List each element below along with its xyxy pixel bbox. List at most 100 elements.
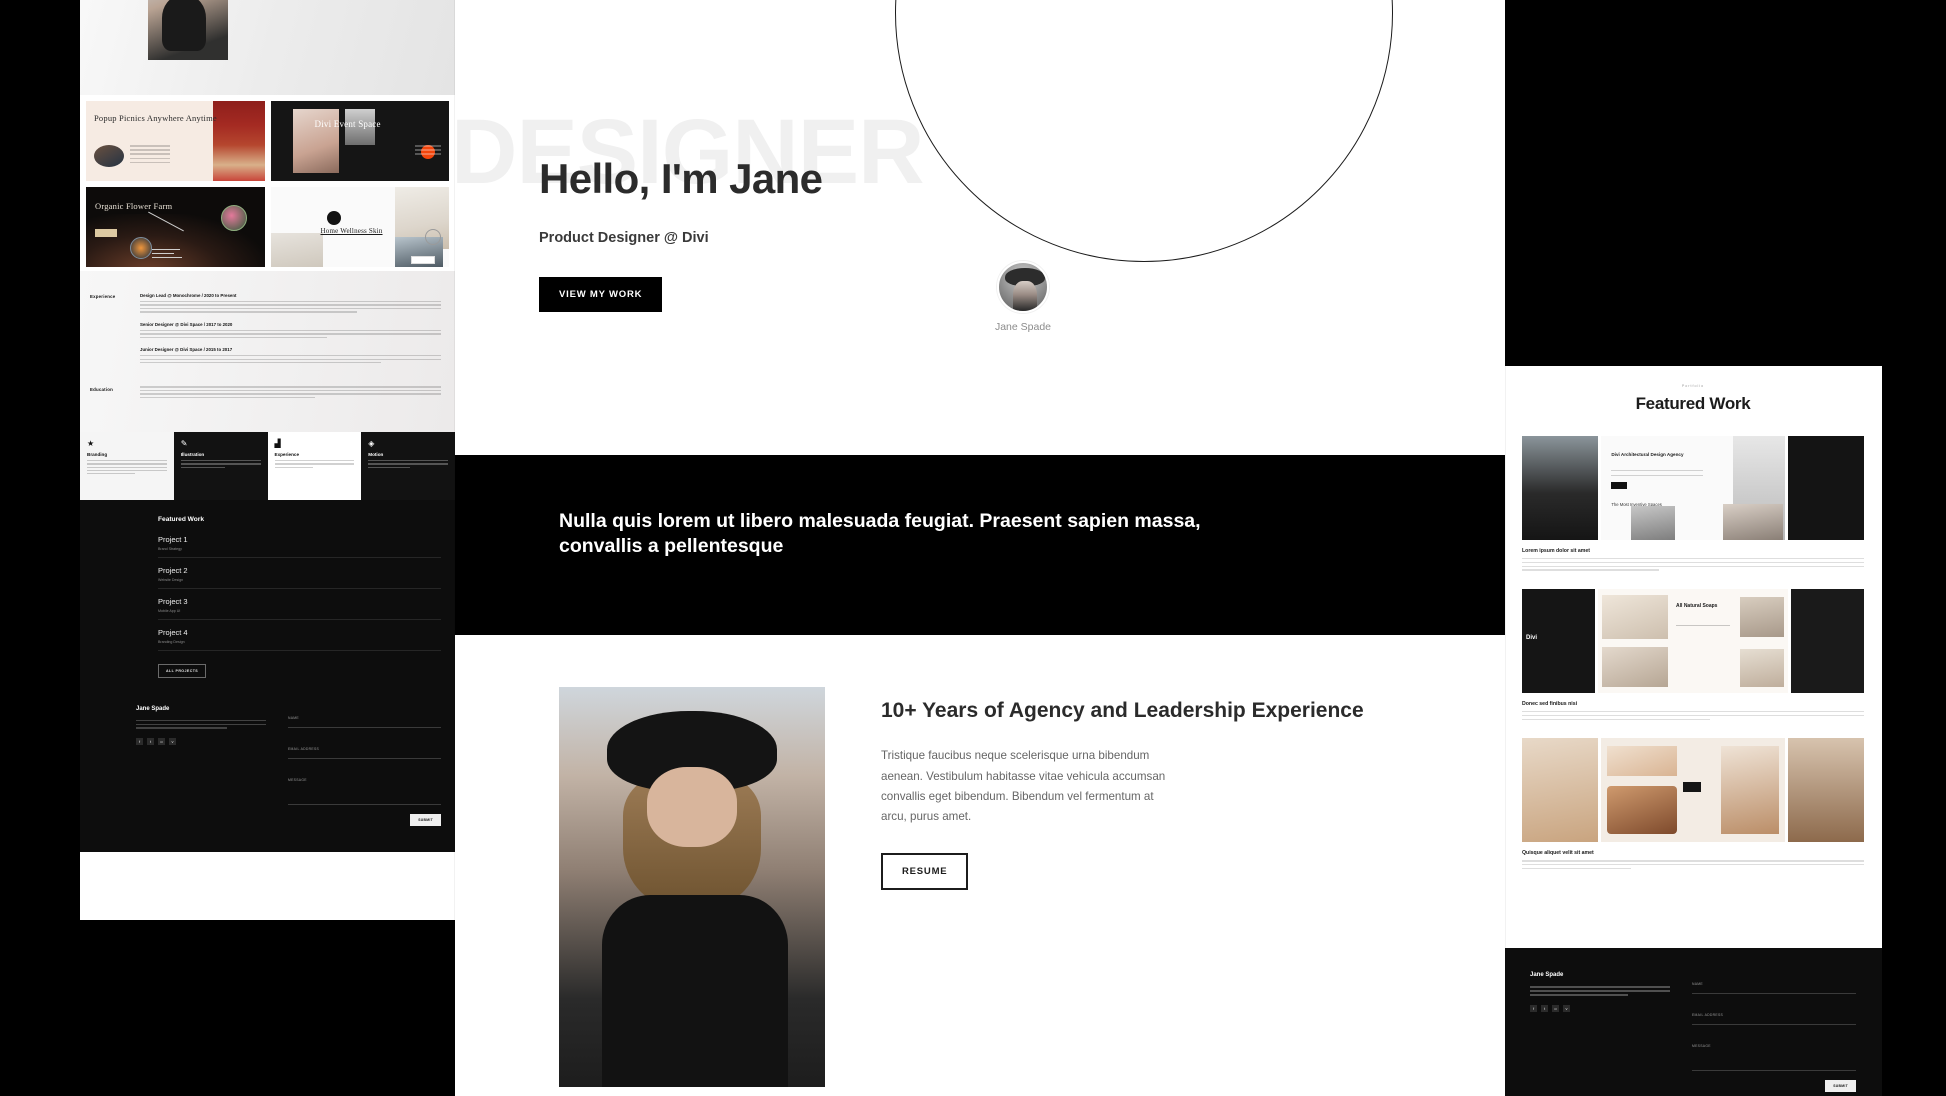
left-preview-panel: Popup Picnics Anywhere Anytime Divi Even… xyxy=(80,0,455,920)
avatar xyxy=(997,261,1049,313)
message-field[interactable]: MESSAGE xyxy=(1692,1034,1856,1071)
project-list-item[interactable]: Project 1 Brand Strategy xyxy=(158,535,441,559)
twitter-icon[interactable]: t xyxy=(147,737,154,745)
feature-card-title: Motion xyxy=(368,452,384,458)
collage-tile xyxy=(1787,738,1864,843)
thumbnail-organic-flower-farm[interactable]: Organic Flower Farm xyxy=(86,187,265,267)
left-panel-hero xyxy=(80,0,455,95)
project-subtitle: Mobile App UI xyxy=(158,609,181,614)
project-list-item[interactable]: Project 4 Branding Design xyxy=(158,628,441,652)
about-photo xyxy=(559,687,825,1087)
thumbnail-circle-image xyxy=(94,145,124,167)
resume-education-row: Education xyxy=(90,386,441,400)
project-name: Project 3 xyxy=(158,597,188,607)
featured-work-list-section: Featured Work Project 1 Brand Strategy P… xyxy=(80,500,455,689)
thumbnail-circle-image xyxy=(220,205,247,231)
video-icon[interactable]: v xyxy=(1563,1004,1570,1012)
email-field-label: EMAIL ADDRESS xyxy=(1692,1013,1724,1017)
thumbnail-button[interactable] xyxy=(95,229,117,237)
resume-button[interactable]: RESUME xyxy=(881,853,969,891)
footer-name: Jane Spade xyxy=(136,706,170,713)
email-field[interactable]: EMAIL ADDRESS xyxy=(288,737,441,760)
work-heading: Quisque aliquet velit sit amet xyxy=(1522,850,1594,857)
project-list-item[interactable]: Project 3 Mobile App UI xyxy=(158,597,441,621)
feature-card-illustration[interactable]: ✎ Illustration xyxy=(173,432,268,501)
name-field[interactable]: NAME xyxy=(1692,972,1856,994)
facebook-icon[interactable]: f xyxy=(136,737,143,745)
name-field-label: NAME xyxy=(1692,982,1703,986)
feature-card-branding[interactable]: ★ Branding xyxy=(80,432,174,501)
thumbnail-badge xyxy=(326,211,341,225)
video-icon[interactable]: v xyxy=(169,737,176,745)
collage-tile xyxy=(1601,738,1785,843)
email-field[interactable]: EMAIL ADDRESS xyxy=(1692,1003,1856,1025)
about-content: 10+ Years of Agency and Leadership Exper… xyxy=(881,687,1401,1087)
collage-tile: Divi Architectural Design Agency The Mos… xyxy=(1601,436,1785,540)
resume-label-education: Education xyxy=(90,387,114,393)
collage-button[interactable] xyxy=(1611,482,1628,489)
instagram-icon[interactable]: o xyxy=(158,737,165,745)
about-heading: 10+ Years of Agency and Leadership Exper… xyxy=(881,699,1364,722)
twitter-icon[interactable]: t xyxy=(1541,1004,1548,1012)
avatar-block: Jane Spade xyxy=(980,261,1066,333)
feature-card-title: Branding xyxy=(87,452,108,458)
resume-education-lines xyxy=(140,386,441,400)
thumbnail-home-wellness-skin[interactable]: Home Wellness Skin xyxy=(270,187,449,267)
all-projects-button[interactable]: ALL PROJECTS xyxy=(158,664,207,679)
page-title: Hello, I'm Jane xyxy=(539,155,823,202)
hero-subtitle: Product Designer @ Divi xyxy=(539,230,709,246)
avatar-name: Jane Spade xyxy=(994,321,1052,333)
work-item[interactable]: Divi All Natural Soaps Donec sed finibus… xyxy=(1504,589,1882,738)
thumbnail-ring-icon xyxy=(425,229,441,245)
thumbnail-popup-picnics[interactable]: Popup Picnics Anywhere Anytime xyxy=(86,101,265,181)
quote-text: Nulla quis lorem ut libero malesuada feu… xyxy=(559,510,1201,557)
resume-experience-items: Design Lead @ Monochrome / 2020 to Prese… xyxy=(140,293,441,372)
thumbnail-circle-image-secondary xyxy=(130,237,152,259)
resume-label-experience: Experience xyxy=(90,294,116,299)
feature-card-motion[interactable]: ◈ Motion xyxy=(361,432,455,501)
name-field[interactable]: NAME xyxy=(288,706,441,729)
screenshot-stage: Popup Picnics Anywhere Anytime Divi Even… xyxy=(0,0,1946,1096)
name-field-label: NAME xyxy=(288,716,299,721)
resume-item-title: Junior Designer @ Divi Space / 2015 to 2… xyxy=(140,347,233,353)
left-panel-footer: Jane Spade f t o v NAME EMAIL ADDRESS ME… xyxy=(80,688,455,853)
photo-body xyxy=(601,895,788,1087)
quote-section: Nulla quis lorem ut libero malesuada feu… xyxy=(455,455,1505,635)
pencil-icon: ✎ xyxy=(180,439,188,449)
thumbnail-image xyxy=(212,101,265,181)
email-field-label: EMAIL ADDRESS xyxy=(288,747,320,752)
resume-item: Design Lead @ Monochrome / 2020 to Prese… xyxy=(140,293,441,313)
footer-about: Jane Spade f t o v xyxy=(136,706,266,826)
work-item[interactable]: Quisque aliquet velit sit amet xyxy=(1504,738,1882,887)
view-my-work-button[interactable]: VIEW MY WORK xyxy=(539,277,663,312)
right-preview-panel: Portfolio Featured Work Divi Architectur… xyxy=(1504,366,1882,986)
message-field[interactable]: MESSAGE xyxy=(288,768,441,806)
thumbnail-image-tertiary xyxy=(270,233,323,267)
collage-inner-title: All Natural Soaps xyxy=(1676,603,1718,610)
resume-item-lines xyxy=(140,355,441,364)
footer-name: Jane Spade xyxy=(1530,972,1564,978)
resume-section: Experience Design Lead @ Monochrome / 20… xyxy=(80,271,455,433)
featured-work-heading: Featured Work xyxy=(158,516,205,524)
thumbnail-title: Popup Picnics Anywhere Anytime xyxy=(94,113,217,123)
submit-button[interactable]: SUBMIT xyxy=(410,814,441,827)
submit-button[interactable]: SUBMIT xyxy=(1825,1080,1856,1092)
photo-face xyxy=(646,767,738,847)
facebook-icon[interactable]: f xyxy=(1530,1004,1537,1012)
project-list-item[interactable]: Project 2 Website Design xyxy=(158,566,441,590)
project-subtitle: Website Design xyxy=(158,578,184,583)
collage-tile xyxy=(1522,436,1599,540)
work-item[interactable]: Divi Architectural Design Agency The Mos… xyxy=(1504,436,1882,589)
hero-photo-thumbnail xyxy=(148,0,228,60)
thumbnail-divi-event-space[interactable]: Divi Event Space xyxy=(270,101,449,181)
contact-form: NAME EMAIL ADDRESS MESSAGE SUBMIT xyxy=(288,706,441,827)
feature-card-experience[interactable]: ▟ Experience xyxy=(267,432,362,501)
thumbnail-title: Home Wellness Skin xyxy=(320,227,383,235)
work-heading: Donec sed finibus nisi xyxy=(1522,701,1578,708)
thumbnail-button[interactable] xyxy=(411,256,435,264)
work-heading: Lorem ipsum dolor sit amet xyxy=(1522,548,1591,554)
work-image-collage: Divi Architectural Design Agency The Mos… xyxy=(1522,436,1864,540)
resume-item-lines xyxy=(140,301,441,313)
resume-item-title: Design Lead @ Monochrome / 2020 to Prese… xyxy=(140,293,237,298)
instagram-icon[interactable]: o xyxy=(1552,1004,1559,1012)
